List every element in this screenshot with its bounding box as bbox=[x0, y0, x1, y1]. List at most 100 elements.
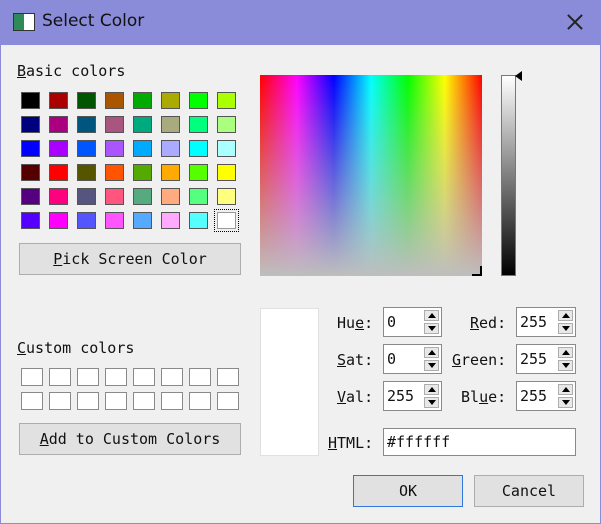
custom-color-slot[interactable] bbox=[161, 392, 183, 410]
basic-color-swatch[interactable] bbox=[105, 116, 124, 133]
pick-screen-color-button[interactable]: Pick Screen Color bbox=[19, 243, 241, 275]
basic-color-swatch[interactable] bbox=[133, 212, 152, 229]
basic-color-swatch[interactable] bbox=[217, 140, 236, 157]
red-up-icon[interactable] bbox=[558, 310, 573, 321]
green-up-icon[interactable] bbox=[558, 347, 573, 358]
basic-color-swatch[interactable] bbox=[217, 116, 236, 133]
basic-color-swatch[interactable] bbox=[77, 164, 96, 181]
val-label: Val: bbox=[337, 388, 374, 406]
basic-color-swatch[interactable] bbox=[21, 188, 40, 205]
sat-spinbox[interactable]: 0 bbox=[383, 344, 442, 374]
basic-color-swatch[interactable] bbox=[161, 140, 180, 157]
custom-color-slot[interactable] bbox=[105, 392, 127, 410]
blue-label: Blue: bbox=[461, 388, 507, 406]
basic-color-swatch[interactable] bbox=[49, 140, 68, 157]
basic-color-swatch[interactable] bbox=[21, 164, 40, 181]
basic-color-swatch[interactable] bbox=[189, 140, 208, 157]
basic-color-swatch[interactable] bbox=[161, 92, 180, 109]
html-label: HTML: bbox=[328, 434, 374, 452]
hue-down-icon[interactable] bbox=[424, 323, 439, 334]
blue-up-icon[interactable] bbox=[558, 384, 573, 395]
close-icon[interactable] bbox=[564, 11, 586, 33]
val-up-icon[interactable] bbox=[424, 384, 439, 395]
basic-color-swatch[interactable] bbox=[133, 140, 152, 157]
basic-color-swatch[interactable] bbox=[77, 188, 96, 205]
blue-down-icon[interactable] bbox=[558, 397, 573, 408]
green-spinbox[interactable]: 255 bbox=[516, 344, 576, 374]
sat-up-icon[interactable] bbox=[424, 347, 439, 358]
basic-color-swatch[interactable] bbox=[189, 164, 208, 181]
basic-color-swatch[interactable] bbox=[105, 164, 124, 181]
basic-color-swatch[interactable] bbox=[77, 140, 96, 157]
custom-color-slot[interactable] bbox=[217, 392, 239, 410]
basic-color-swatch[interactable] bbox=[105, 92, 124, 109]
basic-color-swatch[interactable] bbox=[161, 212, 180, 229]
red-down-icon[interactable] bbox=[558, 323, 573, 334]
custom-color-slot[interactable] bbox=[49, 392, 71, 410]
basic-color-swatch[interactable] bbox=[161, 164, 180, 181]
green-label: Green: bbox=[452, 351, 507, 369]
custom-color-slot[interactable] bbox=[21, 392, 43, 410]
basic-color-swatch[interactable] bbox=[217, 164, 236, 181]
basic-color-swatch[interactable] bbox=[214, 209, 239, 232]
red-spinbox[interactable]: 255 bbox=[516, 307, 576, 337]
custom-color-slot[interactable] bbox=[133, 368, 155, 386]
custom-color-slot[interactable] bbox=[77, 368, 99, 386]
basic-color-swatch[interactable] bbox=[49, 188, 68, 205]
cancel-button[interactable]: Cancel bbox=[474, 475, 584, 507]
basic-color-swatch[interactable] bbox=[21, 140, 40, 157]
basic-color-swatch[interactable] bbox=[21, 92, 40, 109]
custom-color-slot[interactable] bbox=[161, 368, 183, 386]
color-spectrum[interactable] bbox=[260, 75, 482, 276]
blue-spinbox[interactable]: 255 bbox=[516, 381, 576, 411]
basic-color-swatch[interactable] bbox=[105, 212, 124, 229]
basic-color-swatch[interactable] bbox=[133, 92, 152, 109]
basic-color-swatch[interactable] bbox=[217, 188, 236, 205]
basic-color-swatch[interactable] bbox=[49, 116, 68, 133]
basic-color-swatch[interactable] bbox=[161, 188, 180, 205]
basic-color-swatch[interactable] bbox=[133, 188, 152, 205]
custom-color-slot[interactable] bbox=[49, 368, 71, 386]
green-down-icon[interactable] bbox=[558, 360, 573, 371]
html-value: #ffffff bbox=[387, 433, 451, 451]
custom-color-slot[interactable] bbox=[77, 392, 99, 410]
ok-button[interactable]: OK bbox=[353, 475, 463, 507]
basic-color-swatch[interactable] bbox=[77, 116, 96, 133]
red-value: 255 bbox=[520, 313, 548, 331]
basic-color-swatch[interactable] bbox=[77, 212, 96, 229]
val-down-icon[interactable] bbox=[424, 397, 439, 408]
basic-color-swatch[interactable] bbox=[133, 116, 152, 133]
basic-colors-label: Basic colors bbox=[17, 62, 126, 80]
basic-color-swatch[interactable] bbox=[189, 188, 208, 205]
custom-color-slot[interactable] bbox=[189, 392, 211, 410]
html-input[interactable]: #ffffff bbox=[383, 428, 576, 456]
basic-color-swatch[interactable] bbox=[21, 116, 40, 133]
basic-color-swatch[interactable] bbox=[77, 92, 96, 109]
color-preview bbox=[260, 308, 319, 456]
val-spinbox[interactable]: 255 bbox=[383, 381, 442, 411]
basic-color-swatch[interactable] bbox=[161, 116, 180, 133]
window-title: Select Color bbox=[42, 11, 145, 31]
basic-color-swatch[interactable] bbox=[105, 140, 124, 157]
basic-color-swatch[interactable] bbox=[217, 92, 236, 109]
basic-color-swatch[interactable] bbox=[189, 212, 208, 229]
custom-color-slot[interactable] bbox=[133, 392, 155, 410]
custom-color-slot[interactable] bbox=[21, 368, 43, 386]
custom-color-slot[interactable] bbox=[217, 368, 239, 386]
luminance-slider[interactable] bbox=[501, 75, 516, 276]
basic-color-swatch[interactable] bbox=[49, 92, 68, 109]
sat-down-icon[interactable] bbox=[424, 360, 439, 371]
basic-color-swatch[interactable] bbox=[105, 188, 124, 205]
hue-spinbox[interactable]: 0 bbox=[383, 307, 442, 337]
custom-color-slot[interactable] bbox=[105, 368, 127, 386]
custom-color-slot[interactable] bbox=[189, 368, 211, 386]
basic-color-swatch[interactable] bbox=[133, 164, 152, 181]
basic-color-swatch[interactable] bbox=[189, 92, 208, 109]
add-to-custom-colors-button[interactable]: Add to Custom Colors bbox=[19, 423, 241, 455]
luminance-pointer-icon[interactable] bbox=[515, 71, 522, 81]
basic-color-swatch[interactable] bbox=[49, 212, 68, 229]
basic-color-swatch[interactable] bbox=[21, 212, 40, 229]
hue-up-icon[interactable] bbox=[424, 310, 439, 321]
basic-color-swatch[interactable] bbox=[189, 116, 208, 133]
basic-color-swatch[interactable] bbox=[49, 164, 68, 181]
